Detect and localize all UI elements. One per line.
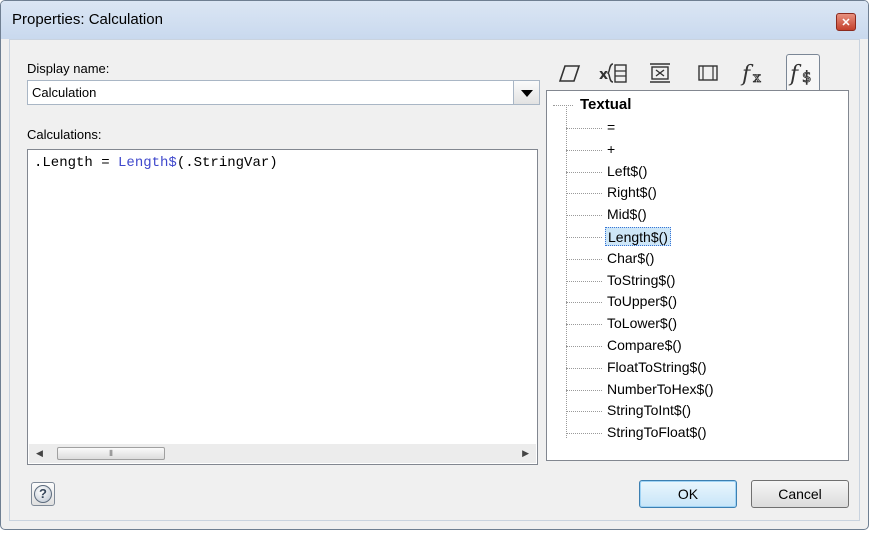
tree-branch-line <box>566 105 567 438</box>
calculations-editor[interactable]: .Length = Length$(.StringVar) ◀ ⦀ ▶ <box>27 149 538 465</box>
code-args: (.StringVar) <box>176 155 278 171</box>
close-icon: ✕ <box>841 17 851 29</box>
cancel-button[interactable]: Cancel <box>751 480 849 508</box>
scrollbar-thumb[interactable]: ⦀ <box>57 447 165 460</box>
svg-text:x: x <box>753 70 761 86</box>
display-name-value: Calculation <box>32 85 97 100</box>
code-line[interactable]: .Length = Length$(.StringVar) <box>34 155 278 171</box>
properties-dialog: Properties: Calculation ✕ Display name: … <box>0 0 869 530</box>
title-bar[interactable]: Properties: Calculation ✕ <box>1 1 868 39</box>
svg-text:x: x <box>599 67 608 83</box>
tree-root-textual[interactable]: Textual <box>578 95 633 114</box>
tree-connector <box>566 433 602 435</box>
tree-connector <box>566 346 602 347</box>
scroll-left-icon[interactable]: ◀ <box>36 448 43 459</box>
tree-item[interactable]: Compare$() <box>605 336 684 355</box>
tree-item[interactable]: Length$() <box>605 227 671 246</box>
window-title: Properties: Calculation <box>12 11 163 28</box>
help-button[interactable]: ? <box>31 482 55 506</box>
math-function-icon[interactable]: fx <box>739 57 773 89</box>
variable-icon[interactable]: x <box>597 57 631 89</box>
ok-button[interactable]: OK <box>639 480 737 508</box>
tree-connector <box>566 171 602 173</box>
tree-item[interactable]: Mid$() <box>605 205 649 224</box>
tree-connector <box>566 193 602 195</box>
tree-item[interactable]: = <box>605 118 617 137</box>
procedure-icon[interactable] <box>691 57 725 89</box>
svg-text:$: $ <box>802 68 812 86</box>
tree-item[interactable]: + <box>605 140 617 159</box>
tree-root-connector <box>553 105 573 106</box>
calculations-label: Calculations: <box>27 127 102 142</box>
condition-icon[interactable] <box>643 57 677 89</box>
tree-item[interactable]: StringToFloat$() <box>605 423 709 442</box>
tree-item[interactable]: Left$() <box>605 162 649 181</box>
string-function-icon[interactable]: f $ <box>786 54 820 90</box>
tree-connector <box>566 324 602 326</box>
horizontal-scrollbar[interactable]: ◀ ⦀ ▶ <box>29 444 536 463</box>
tree-connector <box>566 258 602 260</box>
display-name-label: Display name: <box>27 61 110 76</box>
tree-connector <box>566 280 602 282</box>
tree-item[interactable]: FloatToString$() <box>605 358 709 377</box>
tree-item[interactable]: Right$() <box>605 183 659 202</box>
svg-text:f: f <box>788 62 802 87</box>
tree-connector <box>566 367 602 369</box>
tree-item[interactable]: Char$() <box>605 249 656 268</box>
scroll-right-icon[interactable]: ▶ <box>522 448 529 459</box>
tree-connector <box>566 237 602 238</box>
close-button[interactable]: ✕ <box>836 13 856 31</box>
tree-connector <box>566 149 602 151</box>
tree-connector <box>566 411 602 413</box>
tree-item[interactable]: StringToInt$() <box>605 401 693 420</box>
tree-item[interactable]: NumberToHex$() <box>605 380 716 399</box>
code-function: Length$ <box>118 155 177 171</box>
input-output-icon[interactable] <box>551 57 585 89</box>
tree-connector <box>566 302 602 304</box>
svg-text:f: f <box>740 62 754 87</box>
tree-connector <box>566 389 602 391</box>
tree-item[interactable]: ToLower$() <box>605 314 679 333</box>
function-tree[interactable]: Textual = + Left$() Right$() Mid$() Length$(… <box>546 90 849 461</box>
tree-item[interactable]: ToString$() <box>605 271 677 290</box>
toolbox-tabs: x fx f $ <box>547 53 847 91</box>
tree-connector <box>566 215 602 217</box>
chevron-down-icon[interactable] <box>513 81 539 104</box>
tree-connector <box>566 128 602 129</box>
code-target: .Length = <box>34 155 119 171</box>
display-name-combobox[interactable]: Calculation <box>27 80 540 105</box>
help-icon: ? <box>34 485 52 503</box>
tree-item[interactable]: ToUpper$() <box>605 292 679 311</box>
